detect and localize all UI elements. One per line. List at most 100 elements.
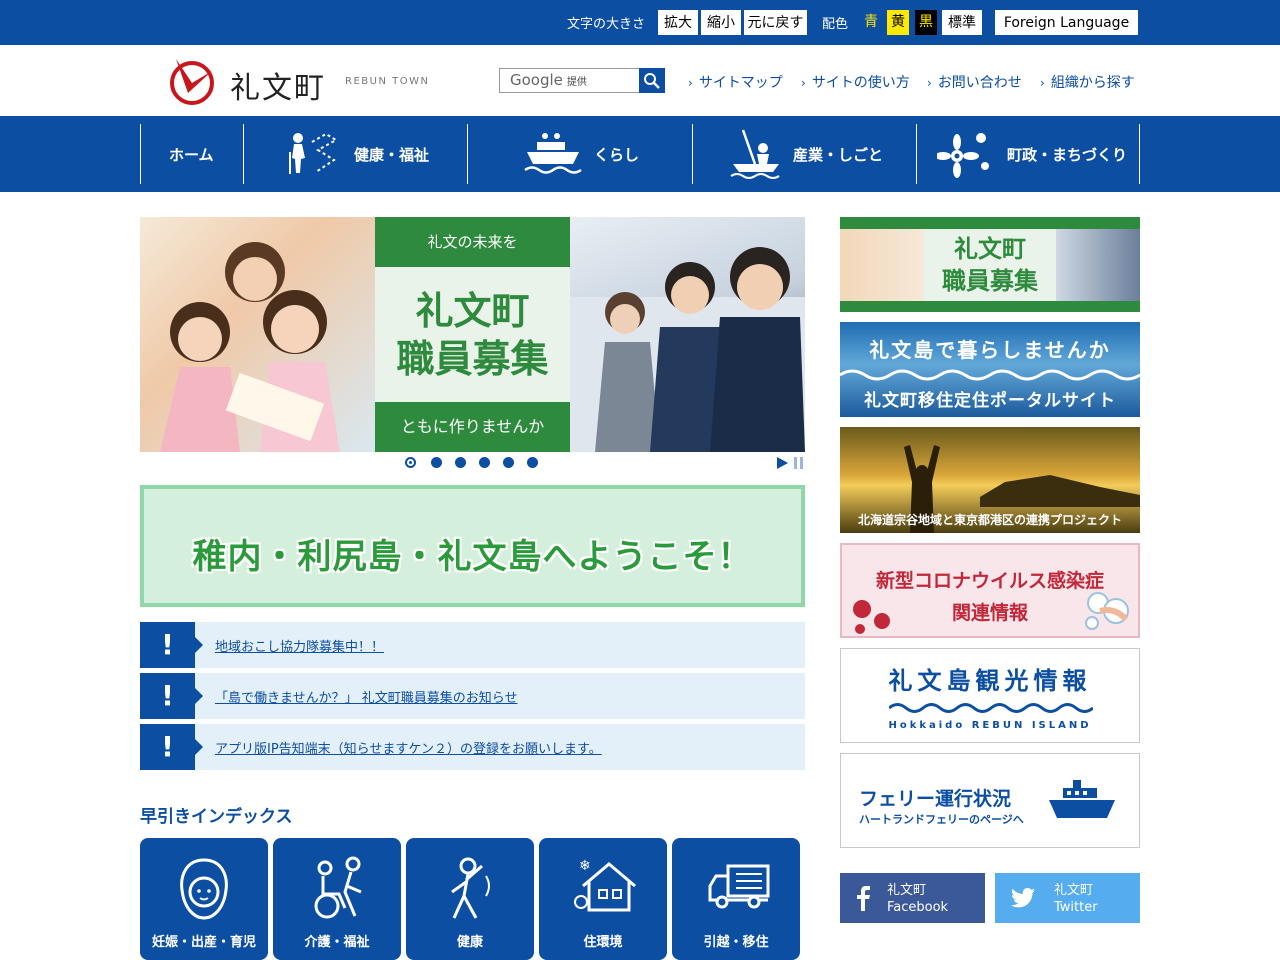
notice-link[interactable]: 「島で働きませんか？」 礼文町職員募集のお知らせ xyxy=(215,687,517,706)
search-input[interactable]: Google 提供 xyxy=(499,68,639,93)
chevron-right-icon: › xyxy=(927,76,932,90)
hero-slideshow[interactable]: 礼文の未来を 礼文町 職員募集 ともに作りませんか xyxy=(140,217,805,452)
index-card-care-welfare[interactable]: 介護・福祉 xyxy=(273,838,401,960)
slide-dot-3[interactable] xyxy=(455,457,466,468)
ferry-status-banner[interactable]: フェリー運行状況 ハートランドフェリーのページへ xyxy=(840,753,1140,848)
search-icon xyxy=(644,73,660,89)
slide-dot-1[interactable] xyxy=(405,457,416,468)
relocation-banner-title: 礼文島で暮らしませんか xyxy=(869,338,1111,362)
color-yellow-button[interactable]: 黄 xyxy=(887,10,909,35)
exercise-icon xyxy=(451,857,490,919)
slide-dot-6[interactable] xyxy=(527,457,538,468)
wave-decoration xyxy=(889,703,1093,713)
contact-link[interactable]: › お問い合わせ xyxy=(927,72,1022,92)
nav-industry-work[interactable]: 産業・しごと xyxy=(692,124,916,184)
fishing-boat-icon xyxy=(730,129,780,179)
wheelchair-care-icon xyxy=(314,856,362,919)
covid-info-banner[interactable]: 新型コロナウイルス感染症 関連情報 xyxy=(840,543,1140,638)
index-card-childcare[interactable]: 妊娠・出産・育児 xyxy=(140,838,268,960)
notice-link[interactable]: アプリ版IP告知端末（知らせますケン２）の登録をお願いします。 xyxy=(215,738,602,757)
chevron-right-icon: › xyxy=(1040,76,1045,90)
chevron-right-icon: › xyxy=(688,76,693,90)
index-card-living-environment[interactable]: ❄ 住環境 xyxy=(539,838,667,960)
notice-item: ! 「島で働きませんか？」 礼文町職員募集のお知らせ xyxy=(140,673,805,719)
staff-recruit-banner-text: 礼文町 職員募集 xyxy=(942,235,1038,295)
elderly-walking-icon xyxy=(289,132,338,174)
index-card-moving[interactable]: 引越・移住 xyxy=(672,838,800,960)
font-shrink-button[interactable]: 縮小 xyxy=(701,10,741,35)
tourism-banner-title: 礼文島観光情報 xyxy=(888,667,1092,695)
sitemap-link[interactable]: › サイトマップ xyxy=(688,72,783,92)
foreign-language-button[interactable]: Foreign Language xyxy=(995,10,1138,35)
search-provided-label: 提供 xyxy=(566,77,587,88)
site-header: 礼文町 REBUN TOWN Google 提供 › サイトマップ › サイトの使い方… xyxy=(0,45,1280,116)
tourism-info-banner[interactable]: 礼文島観光情報 Hokkaido REBUN ISLAND xyxy=(840,648,1140,743)
pause-icon[interactable] xyxy=(794,457,803,469)
search-button[interactable] xyxy=(639,68,665,93)
global-nav: ホーム 健康・福祉 くらし 産業・しごと 町政・まちづくり xyxy=(0,116,1280,192)
quick-index-title: 早引きインデックス xyxy=(140,807,293,827)
site-usage-link[interactable]: › サイトの使い方 xyxy=(801,72,910,92)
staff-recruit-banner[interactable]: 礼文町 職員募集 xyxy=(840,217,1140,312)
notice-item: ! 地域おこし協力隊募集中！！ xyxy=(140,622,805,668)
font-enlarge-button[interactable]: 拡大 xyxy=(658,10,698,35)
project-banner-text: 北海道宗谷地域と東京都港区の連携プロジェクト xyxy=(857,513,1122,527)
font-size-label: 文字の大きさ xyxy=(567,17,646,32)
facebook-label: 礼文町 Facebook xyxy=(887,883,949,915)
welcome-banner[interactable]: 稚内・利尻島・礼文島へようこそ！ xyxy=(140,485,805,607)
flower-icon xyxy=(937,133,989,178)
nav-life[interactable]: くらし xyxy=(467,124,692,184)
site-logo-text[interactable]: 礼文町 xyxy=(230,63,326,107)
alert-icon: ! xyxy=(140,673,203,719)
house-icon: ❄ xyxy=(574,858,636,912)
facebook-button[interactable]: 礼文町 Facebook xyxy=(840,873,985,923)
relocation-banner-subtitle: 礼文町移住定住ポータルサイト xyxy=(864,391,1116,411)
baby-icon xyxy=(180,858,228,920)
color-standard-button[interactable]: 標準 xyxy=(942,10,982,35)
ferry-boat-icon xyxy=(524,133,582,174)
site-logo-subtitle: REBUN TOWN xyxy=(345,76,430,87)
tourism-banner-subtitle: Hokkaido REBUN ISLAND xyxy=(888,720,1092,731)
hero-caption-main: 礼文町 職員募集 xyxy=(375,267,570,402)
slide-dot-4[interactable] xyxy=(479,457,490,468)
notice-item: ! アプリ版IP告知端末（知らせますケン２）の登録をお願いします。 xyxy=(140,724,805,770)
slide-dot-5[interactable] xyxy=(503,457,514,468)
hero-photo-staff xyxy=(570,217,805,452)
twitter-button[interactable]: 礼文町 Twitter xyxy=(995,873,1140,923)
ferry-icon xyxy=(1049,780,1115,818)
hero-photo-family xyxy=(140,217,375,452)
hero-caption-bottom: ともに作りませんか xyxy=(375,402,570,452)
ferry-banner-title: フェリー運行状況 xyxy=(859,788,1012,810)
alert-icon: ! xyxy=(140,724,203,770)
nav-health-welfare[interactable]: 健康・福祉 xyxy=(243,124,467,184)
color-blue-button[interactable]: 青 xyxy=(860,10,882,35)
index-card-health[interactable]: 健康 xyxy=(406,838,534,960)
svg-text:❄: ❄ xyxy=(579,858,591,874)
nav-home[interactable]: ホーム xyxy=(140,124,243,184)
soya-minato-project-banner[interactable]: 北海道宗谷地域と東京都港区の連携プロジェクト xyxy=(840,427,1140,533)
search-brand: Google xyxy=(510,71,563,89)
chevron-right-icon: › xyxy=(801,76,806,90)
hero-caption-top: 礼文の未来を xyxy=(375,217,570,267)
twitter-bird-icon xyxy=(1011,888,1035,908)
nav-town-planning[interactable]: 町政・まちづくり xyxy=(916,124,1140,184)
play-icon[interactable] xyxy=(777,457,788,469)
hero-caption-main-text: 礼文町 職員募集 xyxy=(396,289,549,381)
facebook-icon xyxy=(857,886,870,911)
relocation-portal-banner[interactable]: 礼文島で暮らしませんか 礼文町移住定住ポータルサイト xyxy=(840,322,1140,417)
slide-dot-2[interactable] xyxy=(431,457,442,468)
alert-icon: ! xyxy=(140,622,203,668)
ferry-banner-subtitle: ハートランドフェリーのページへ xyxy=(859,813,1024,826)
notice-link[interactable]: 地域おこし協力隊募集中！！ xyxy=(215,636,384,655)
font-reset-button[interactable]: 元に戻す xyxy=(744,10,807,35)
organization-link[interactable]: › 組織から探す xyxy=(1040,72,1135,92)
utility-bar: 文字の大きさ 拡大 縮小 元に戻す 配色 青 黄 黒 標準 Foreign La… xyxy=(0,0,1280,45)
color-label: 配色 xyxy=(822,17,849,32)
welcome-text: 稚内・利尻島・礼文島へようこそ！ xyxy=(192,537,753,577)
hero-caption-panel: 礼文の未来を 礼文町 職員募集 ともに作りませんか xyxy=(375,217,570,452)
town-logo-icon[interactable] xyxy=(168,55,216,107)
color-black-button[interactable]: 黒 xyxy=(915,10,937,35)
covid-banner-text: 新型コロナウイルス感染症 関連情報 xyxy=(875,570,1104,624)
twitter-label: 礼文町 Twitter xyxy=(1054,883,1098,915)
moving-truck-icon xyxy=(708,864,770,909)
